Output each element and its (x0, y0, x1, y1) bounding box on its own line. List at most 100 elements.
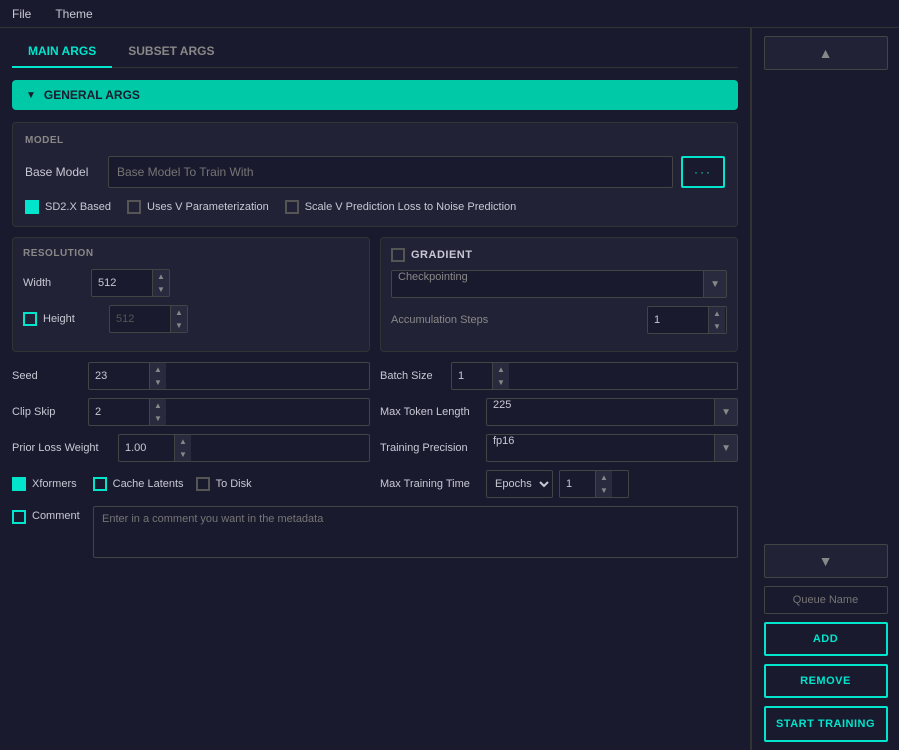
remove-button[interactable]: REMOVE (764, 664, 888, 698)
sd2x-checkbox-item[interactable]: SD2.X Based (25, 200, 111, 214)
precision-select-wrap[interactable]: fp16 ▼ (486, 434, 738, 462)
cache-latents-checkbox[interactable] (93, 477, 107, 491)
sd2x-checkbox[interactable] (25, 200, 39, 214)
token-select-wrap[interactable]: 225 ▼ (486, 398, 738, 426)
clip-arrows: ▲ ▼ (149, 399, 166, 425)
seed-label: Seed (12, 370, 82, 382)
batch-spinner[interactable]: ▲ ▼ (451, 362, 738, 390)
width-label: Width (23, 277, 83, 289)
width-up-arrow[interactable]: ▲ (153, 270, 169, 283)
precision-arrow-icon[interactable]: ▼ (714, 435, 737, 461)
left-panel: MAIN ARGS SUBSET ARGS ▼ GENERAL ARGS MOD… (0, 28, 751, 750)
clip-field: Clip Skip ▲ ▼ (12, 398, 370, 426)
epochs-select[interactable]: Epochs Steps (486, 470, 553, 498)
batch-down-arrow[interactable]: ▼ (493, 376, 509, 389)
accum-down-arrow[interactable]: ▼ (709, 320, 725, 333)
prior-down-arrow[interactable]: ▼ (175, 448, 191, 461)
checkpointing-select[interactable]: Checkpointing (392, 271, 703, 297)
to-disk-checkbox[interactable] (196, 477, 210, 491)
add-button[interactable]: ADD (764, 622, 888, 656)
collapse-down-button[interactable]: ▼ (764, 544, 888, 578)
height-arrows: ▲ ▼ (170, 306, 187, 332)
clip-down-arrow[interactable]: ▼ (150, 412, 166, 425)
prior-up-arrow[interactable]: ▲ (175, 435, 191, 448)
prior-spinner[interactable]: ▲ ▼ (118, 434, 370, 462)
batch-arrows: ▲ ▼ (492, 363, 509, 389)
height-down-arrow[interactable]: ▼ (171, 319, 187, 332)
token-label: Max Token Length (380, 406, 480, 418)
batch-label: Batch Size (380, 370, 445, 382)
checkpointing-arrow-icon[interactable]: ▼ (703, 271, 726, 297)
xformers-row: Xformers Cache Latents To Disk Max Train… (12, 470, 738, 498)
browse-button[interactable]: ··· (681, 156, 725, 188)
prior-precision-row: Prior Loss Weight ▲ ▼ Training Precision… (12, 434, 738, 462)
precision-select[interactable]: fp16 (487, 435, 714, 461)
scale-v-checkbox-item[interactable]: Scale V Prediction Loss to Noise Predict… (285, 200, 517, 214)
clip-input[interactable] (89, 399, 149, 425)
start-training-button[interactable]: START TRAINING (764, 706, 888, 742)
width-input[interactable] (92, 270, 152, 296)
batch-input[interactable] (452, 363, 492, 389)
tab-main-args[interactable]: MAIN ARGS (12, 36, 112, 68)
accum-up-arrow[interactable]: ▲ (709, 307, 725, 320)
comment-checkbox[interactable] (12, 510, 26, 524)
queue-name-input[interactable] (764, 586, 888, 614)
seed-spinner[interactable]: ▲ ▼ (88, 362, 370, 390)
accum-spinner[interactable]: ▲ ▼ (647, 306, 727, 334)
checkpointing-select-wrap[interactable]: Checkpointing ▼ (391, 270, 727, 298)
gradient-card: GRADIENT Checkpointing ▼ Accumulation St… (380, 237, 738, 352)
epochs-spinner[interactable]: ▲ ▼ (559, 470, 629, 498)
prior-input[interactable] (119, 435, 174, 461)
gradient-checkbox[interactable] (391, 248, 405, 262)
xformers-checkbox[interactable] (12, 477, 26, 491)
epochs-input[interactable] (560, 471, 595, 497)
tab-subset-args[interactable]: SUBSET ARGS (112, 36, 230, 68)
seed-down-arrow[interactable]: ▼ (150, 376, 166, 389)
prior-label: Prior Loss Weight (12, 442, 112, 454)
v-param-checkbox[interactable] (127, 200, 141, 214)
height-row: Height ▲ ▼ (23, 305, 359, 333)
width-down-arrow[interactable]: ▼ (153, 283, 169, 296)
height-up-arrow[interactable]: ▲ (171, 306, 187, 319)
resolution-label: RESOLUTION (23, 248, 359, 259)
token-select[interactable]: 225 (487, 399, 714, 425)
right-panel: ▲ ▼ ADD REMOVE START TRAINING (751, 28, 899, 750)
menubar: File Theme (0, 0, 899, 28)
menu-file[interactable]: File (8, 5, 35, 23)
accum-input[interactable] (648, 307, 708, 333)
scale-v-checkbox[interactable] (285, 200, 299, 214)
max-time-field: Max Training Time Epochs Steps ▲ ▼ (380, 470, 738, 498)
clip-up-arrow[interactable]: ▲ (150, 399, 166, 412)
resolution-gradient-row: RESOLUTION Width ▲ ▼ Height (12, 237, 738, 352)
comment-textarea[interactable] (93, 506, 738, 558)
batch-up-arrow[interactable]: ▲ (493, 363, 509, 376)
width-spinner[interactable]: ▲ ▼ (91, 269, 170, 297)
resolution-card: RESOLUTION Width ▲ ▼ Height (12, 237, 370, 352)
seed-up-arrow[interactable]: ▲ (150, 363, 166, 376)
base-model-input[interactable] (108, 156, 673, 188)
seed-input[interactable] (89, 363, 149, 389)
model-label: MODEL (25, 135, 725, 146)
precision-label: Training Precision (380, 442, 480, 454)
clip-spinner[interactable]: ▲ ▼ (88, 398, 370, 426)
height-input[interactable] (110, 306, 170, 332)
v-param-checkbox-item[interactable]: Uses V Parameterization (127, 200, 269, 214)
width-row: Width ▲ ▼ (23, 269, 359, 297)
epochs-up-arrow[interactable]: ▲ (596, 471, 612, 484)
gradient-header: GRADIENT (391, 248, 727, 262)
sd2x-label: SD2.X Based (45, 201, 111, 213)
token-arrow-icon[interactable]: ▼ (714, 399, 737, 425)
prior-field: Prior Loss Weight ▲ ▼ (12, 434, 370, 462)
height-spinner[interactable]: ▲ ▼ (109, 305, 188, 333)
epochs-down-arrow[interactable]: ▼ (596, 484, 612, 497)
collapse-up-button[interactable]: ▲ (764, 36, 888, 70)
menu-theme[interactable]: Theme (51, 5, 96, 23)
prior-arrows: ▲ ▼ (174, 435, 191, 461)
seed-batch-row: Seed ▲ ▼ Batch Size ▲ ▼ (12, 362, 738, 390)
height-checkbox[interactable] (23, 312, 37, 326)
clip-token-row: Clip Skip ▲ ▼ Max Token Length 225 ▼ (12, 398, 738, 426)
epochs-arrows: ▲ ▼ (595, 471, 612, 497)
general-args-header[interactable]: ▼ GENERAL ARGS (12, 80, 738, 110)
seed-field: Seed ▲ ▼ (12, 362, 370, 390)
batch-field: Batch Size ▲ ▼ (380, 362, 738, 390)
